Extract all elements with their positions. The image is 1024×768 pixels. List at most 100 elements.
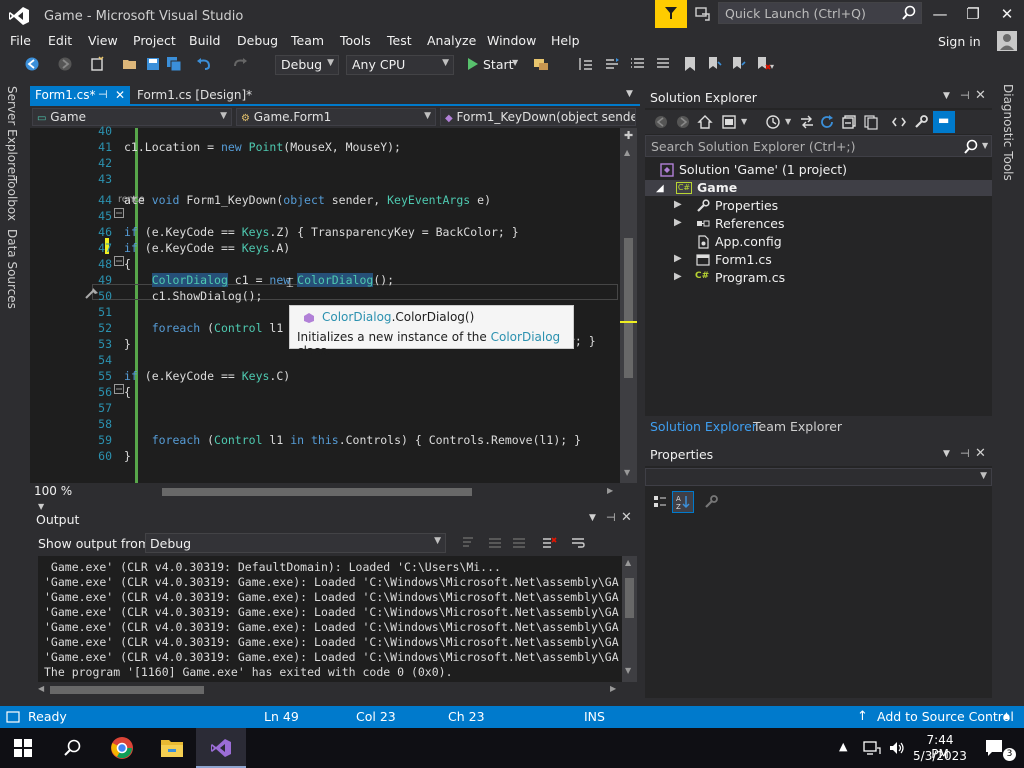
properties-wrench-icon[interactable] (913, 114, 929, 130)
tree-item-project-game[interactable]: Game (697, 180, 737, 195)
next-message-icon[interactable] (511, 535, 527, 551)
add-to-source-control-button[interactable]: Add to Source Control (877, 709, 1014, 724)
split-view-icon[interactable]: ✚ (624, 129, 633, 142)
show-hidden-icons-chevron[interactable]: ▲ (839, 740, 847, 753)
bookmark-prev-icon[interactable] (706, 56, 722, 72)
save-all-icon[interactable] (166, 56, 182, 72)
search-icon[interactable] (963, 139, 979, 155)
menu-build[interactable]: Build (189, 33, 220, 48)
chrome-icon[interactable] (110, 736, 134, 760)
scroll-right-icon[interactable]: ▶ (607, 486, 613, 495)
notifications-button[interactable] (655, 0, 687, 28)
network-icon[interactable] (863, 740, 881, 756)
tree-item-properties[interactable]: Properties (715, 198, 778, 213)
comment-lines-icon[interactable] (655, 56, 671, 72)
browser-link-icon[interactable] (533, 56, 549, 72)
collapsed-arrow-icon[interactable]: ▶ (674, 253, 682, 264)
close-tab-icon[interactable]: ✕ (115, 88, 125, 102)
navigate-back-icon[interactable] (24, 56, 40, 72)
menu-team[interactable]: Team (291, 33, 324, 48)
alphabetical-button[interactable]: AZ (672, 491, 694, 513)
restore-button[interactable]: ❐ (957, 0, 989, 28)
switch-views-icon[interactable] (721, 114, 737, 130)
refresh-icon[interactable] (819, 114, 835, 130)
tree-item-references[interactable]: References (715, 216, 784, 231)
clock-date[interactable]: 5/3/2023 (911, 749, 969, 763)
clear-all-icon[interactable] (541, 535, 557, 551)
search-icon[interactable] (62, 738, 82, 758)
close-panel-icon[interactable]: ✕ (975, 88, 986, 103)
navigate-forward-icon[interactable] (57, 56, 73, 72)
solution-configuration-combo[interactable]: Debug ▼ (275, 55, 339, 75)
collapse-region-icon[interactable] (114, 208, 124, 218)
bookmark-icon[interactable] (682, 56, 698, 72)
new-project-icon[interactable] (89, 56, 105, 72)
window-position-dropdown-icon[interactable]: ▼ (943, 449, 950, 459)
editor-vertical-scrollbar[interactable]: ✚ ▲ ▼ (620, 128, 637, 483)
pending-changes-filter-icon[interactable] (765, 114, 781, 130)
pin-icon[interactable]: ⊣ (98, 88, 108, 101)
feedback-icon[interactable] (694, 5, 712, 23)
tab-form1-design[interactable]: Form1.cs [Design]* (132, 86, 272, 106)
output-horizontal-scrollbar[interactable]: ◀ ▶ (30, 682, 638, 697)
arrow-up-icon[interactable]: ↑ (857, 709, 868, 724)
data-sources-tab[interactable]: Data Sources (5, 229, 19, 309)
prev-message-icon[interactable] (487, 535, 503, 551)
tab-list-dropdown-icon[interactable]: ▼ (626, 89, 633, 99)
pin-icon[interactable]: ⊣ (960, 447, 970, 460)
editor-horizontal-scrollbar[interactable]: ◀ ▶ (30, 483, 637, 500)
properties-object-combo[interactable]: ▼ (645, 468, 992, 486)
windows-start-icon[interactable] (14, 739, 32, 757)
save-icon[interactable] (145, 56, 161, 72)
menu-window[interactable]: Window (487, 33, 536, 48)
property-pages-wrench-icon[interactable] (703, 494, 719, 510)
server-explorer-tab[interactable]: Server Explorer (5, 86, 19, 179)
menu-test[interactable]: Test (387, 33, 412, 48)
start-button[interactable]: Start (483, 57, 514, 72)
solution-platform-combo[interactable]: Any CPU ▼ (346, 55, 454, 75)
collapsed-arrow-icon[interactable]: ▶ (674, 199, 682, 210)
tree-item-program-cs[interactable]: Program.cs (715, 270, 785, 285)
chevron-down-icon[interactable]: ▼ (741, 117, 747, 126)
minimize-button[interactable]: — (924, 0, 956, 28)
view-code-icon[interactable] (891, 114, 907, 130)
quick-actions-screwdriver-icon[interactable] (84, 286, 100, 300)
scroll-thumb[interactable] (50, 686, 204, 694)
open-file-icon[interactable] (122, 56, 138, 72)
file-explorer-icon[interactable] (160, 737, 184, 759)
bookmark-next-icon[interactable] (730, 56, 746, 72)
solution-explorer-search-input[interactable]: Search Solution Explorer (Ctrl+;) ▼ (645, 135, 992, 157)
collapse-all-icon[interactable] (841, 114, 857, 130)
scroll-right-icon[interactable]: ▶ (610, 684, 616, 693)
step-into-icon[interactable] (578, 56, 594, 72)
tree-item-form1-cs[interactable]: Form1.cs (715, 252, 772, 267)
tab-team-explorer[interactable]: Team Explorer (753, 419, 842, 434)
menu-project[interactable]: Project (133, 33, 176, 48)
sync-with-active-document-icon[interactable] (799, 114, 815, 130)
user-avatar-icon[interactable] (997, 31, 1017, 51)
categorized-icon[interactable] (652, 494, 668, 510)
menu-view[interactable]: View (88, 33, 118, 48)
window-position-dropdown-icon[interactable]: ▼ (589, 513, 596, 523)
output-vertical-scrollbar[interactable]: ▲ ▼ (622, 556, 637, 682)
scroll-down-icon[interactable]: ▼ (624, 468, 630, 477)
word-wrap-icon[interactable] (570, 535, 586, 551)
output-source-combo[interactable]: Debug ▼ (145, 533, 446, 553)
diagnostic-tools-tab[interactable]: Diagnostic Tools (1001, 84, 1015, 181)
expanded-arrow-icon[interactable]: ◢ (656, 183, 664, 194)
taskbar-visual-studio-button[interactable] (196, 728, 246, 768)
zoom-combo[interactable]: 100 % ▼ (30, 484, 90, 511)
scroll-up-icon[interactable]: ▲ (625, 558, 631, 567)
start-dropdown-icon[interactable]: ▼ (512, 58, 518, 67)
search-icon[interactable] (901, 5, 917, 21)
quick-launch-input[interactable]: Quick Launch (Ctrl+Q) (718, 2, 922, 24)
step-over-icon[interactable] (604, 56, 620, 72)
collapsed-arrow-icon[interactable]: ▶ (674, 271, 682, 282)
menu-file[interactable]: File (10, 33, 31, 48)
home-icon[interactable] (697, 114, 713, 130)
pin-icon[interactable]: ⊣ (960, 89, 970, 102)
tab-solution-explorer[interactable]: Solution Explorer (650, 419, 757, 434)
show-all-files-icon[interactable] (863, 114, 879, 130)
tree-item-solution[interactable]: Solution 'Game' (1 project) (679, 162, 847, 177)
format-lines-icon[interactable] (630, 56, 646, 72)
